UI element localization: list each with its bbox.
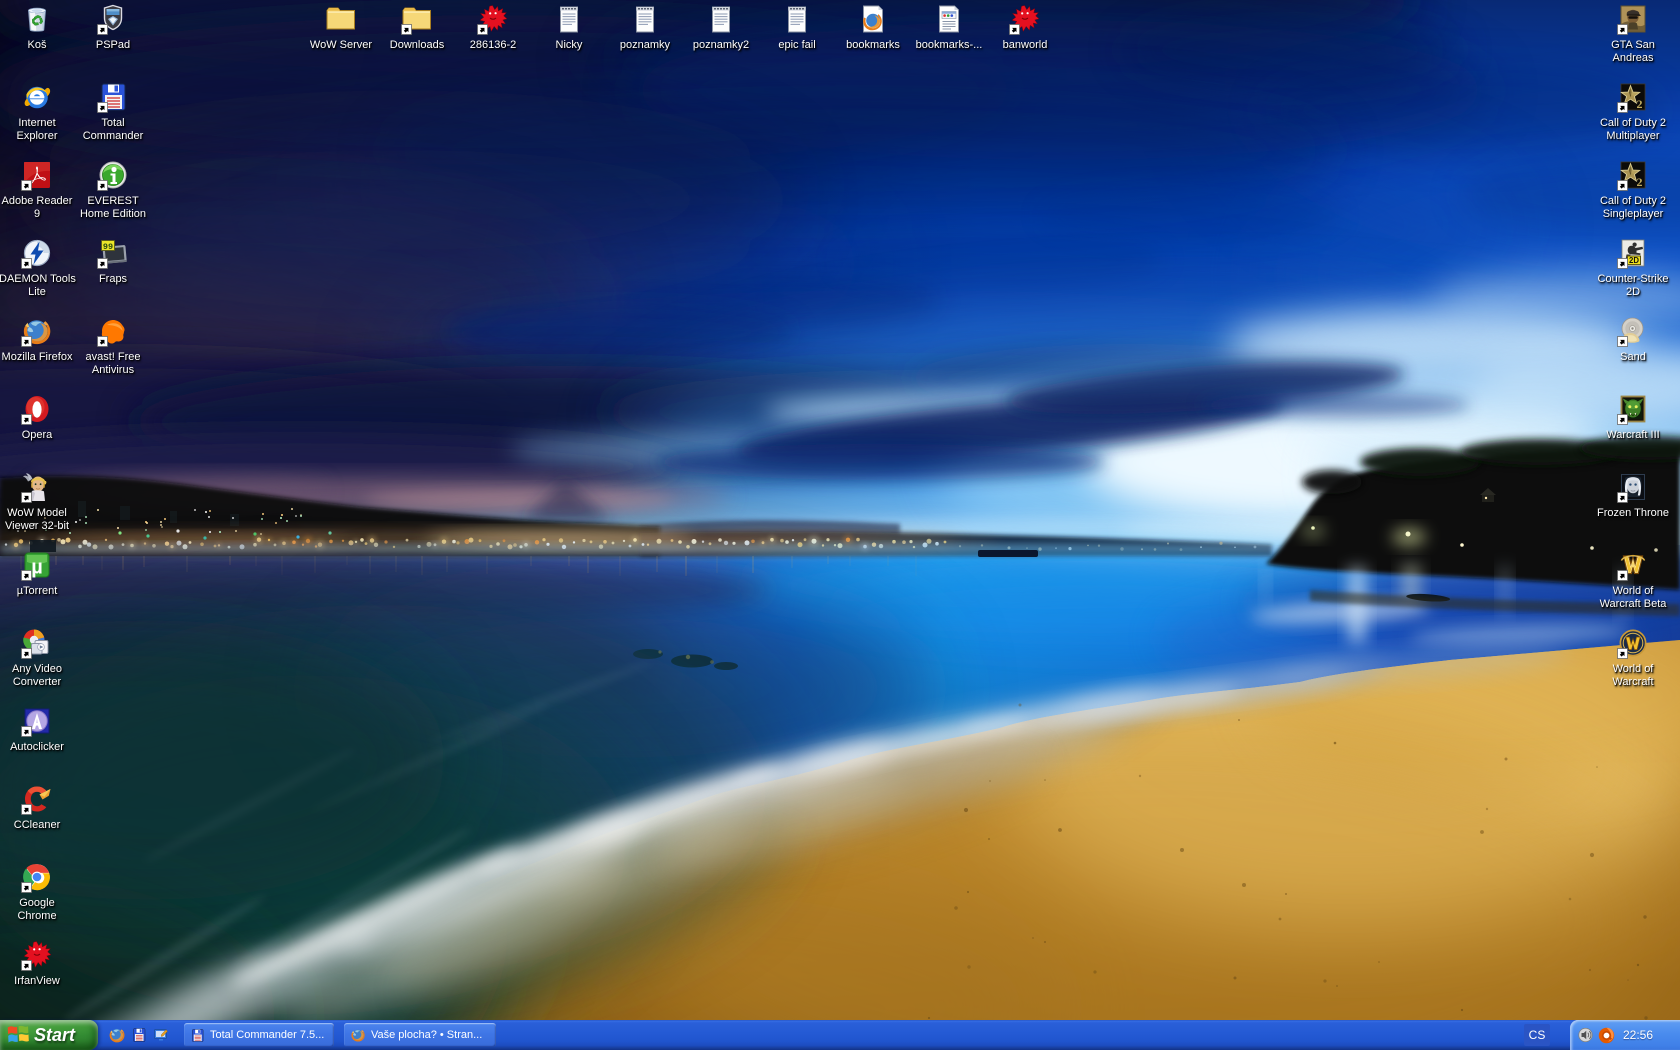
svg-text:µ: µ	[31, 557, 43, 579]
svg-text:2: 2	[1637, 175, 1643, 189]
svg-text:2D: 2D	[1629, 256, 1639, 265]
svg-text:2: 2	[1637, 97, 1643, 111]
svg-text:99: 99	[103, 242, 113, 252]
